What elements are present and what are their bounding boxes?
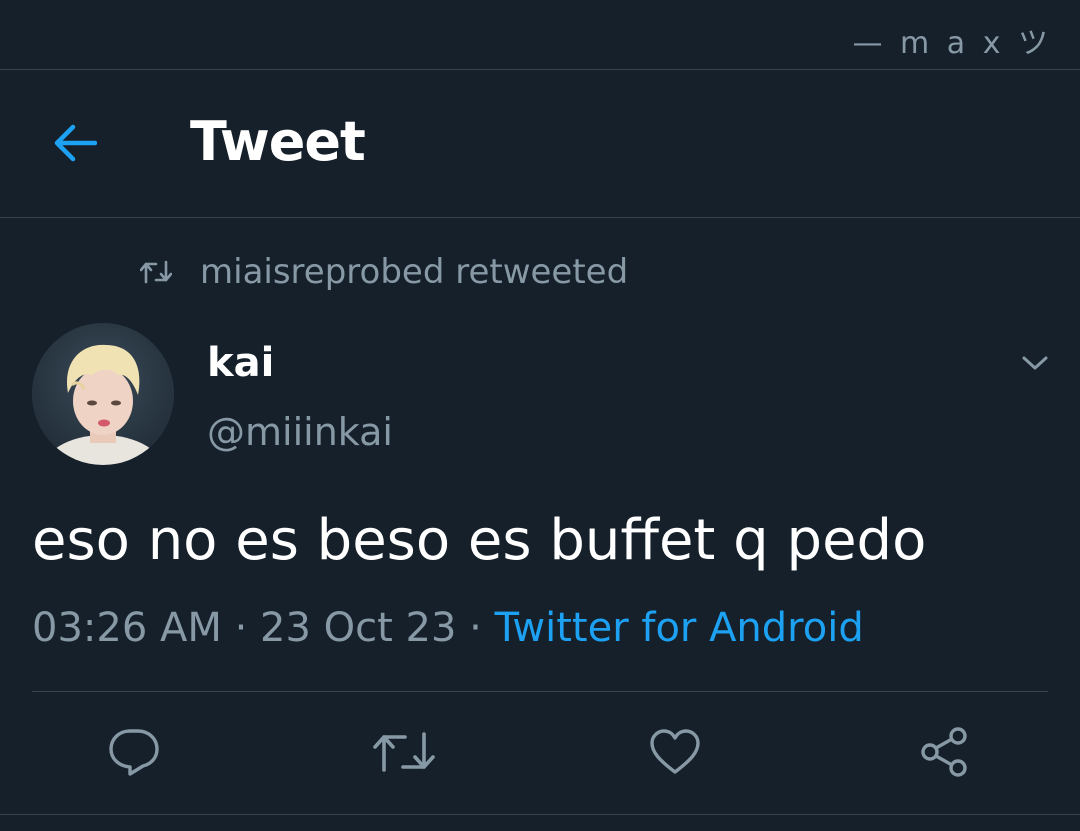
page-title: Tweet	[190, 110, 366, 173]
retweet-icon	[140, 255, 174, 289]
retweet-icon	[373, 732, 435, 772]
tweet-text: eso no es beso es buffet q pedo	[32, 508, 927, 573]
retweeted-by-line[interactable]: miaisreprobed retweeted	[140, 250, 628, 294]
tweet-meta: 03:26 AM · 23 Oct 23 · Twitter for Andro…	[32, 605, 864, 651]
tweet-actions-bar	[0, 692, 1080, 814]
tweet-time: 03:26 AM	[32, 605, 222, 651]
chevron-down-icon	[1022, 356, 1048, 370]
retweet-button[interactable]	[372, 720, 436, 784]
back-button[interactable]	[44, 116, 104, 170]
retweeted-by-text: miaisreprobed retweeted	[200, 252, 629, 292]
header-bottom-divider	[0, 217, 1080, 218]
author-handle[interactable]: @miiinkai	[207, 410, 393, 454]
arrow-left-icon	[54, 124, 97, 162]
meta-separator: ·	[221, 605, 261, 651]
avatar[interactable]	[32, 323, 174, 465]
watermark-text: — m a x ツ	[852, 26, 1052, 61]
tweet-menu-button[interactable]	[1012, 340, 1058, 386]
meta-separator: ·	[456, 605, 495, 651]
author-display-name[interactable]: kai	[207, 340, 274, 386]
top-app-bar: Tweet	[0, 70, 1080, 217]
like-button[interactable]	[643, 720, 707, 784]
reply-button[interactable]	[102, 720, 166, 784]
share-button[interactable]	[913, 720, 977, 784]
reply-icon	[109, 729, 159, 776]
tweet-date: 23 Oct 23	[260, 605, 457, 651]
actions-bottom-divider	[0, 814, 1080, 815]
share-icon	[921, 727, 967, 777]
avatar-image	[32, 323, 174, 465]
tweet-source-link[interactable]: Twitter for Android	[495, 605, 864, 651]
heart-icon	[650, 729, 700, 774]
